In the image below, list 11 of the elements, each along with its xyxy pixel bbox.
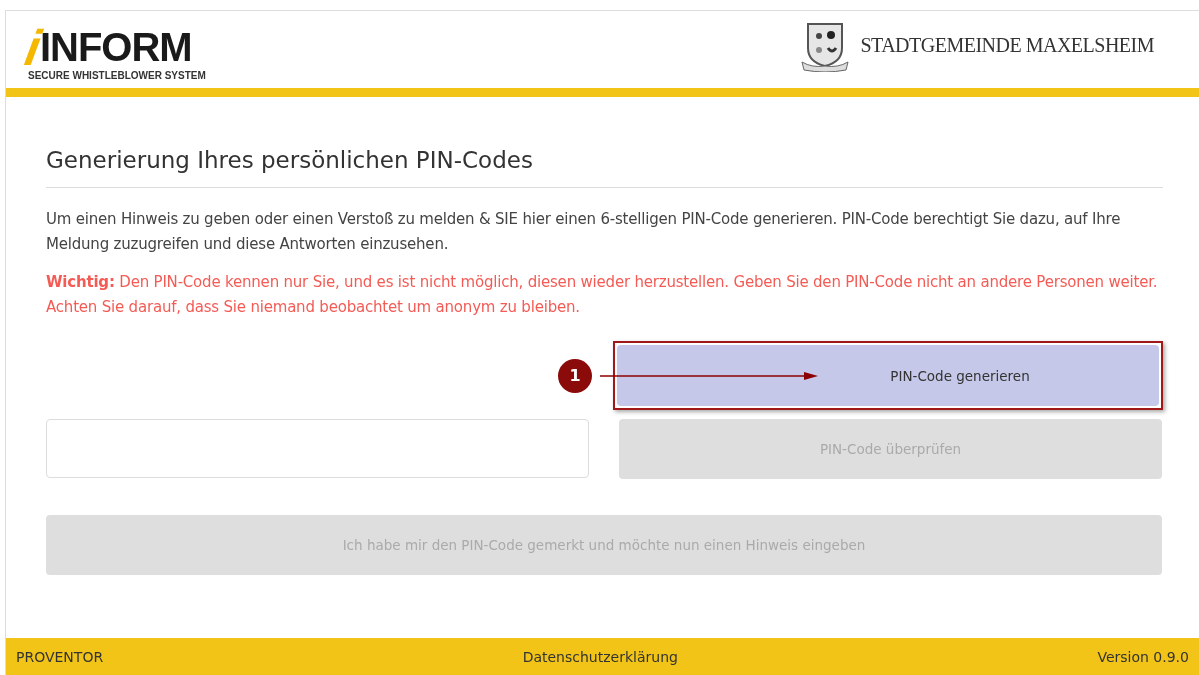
page-title: Generierung Ihres persönlichen PIN-Codes [46,147,1163,188]
step-badge: 1 [558,358,592,393]
warning-text: Wichtig: Den PIN-Code kennen nur Sie, und es ist nicht möglich, diesen wieder herzustellen. Geben Sie den PIN-Code nicht an andere Personen weiter. Achten Sie darauf, dass Sie niemand beobachtet um anonym zu bleiben. [46,272,1159,318]
intro-text: Um einen Hinweis zu geben oder einen Verstoß zu melden & SIE hier einen 6-stelligen PIN-Code generieren. PIN-Code berechtigt Sie dazu, auf Ihre Meldung zuzugreifen und diese Antworten einzusehen. [46,209,1122,255]
municipality-name: STADTGEMEINDE MAXELSHEIM [860,34,1154,57]
generate-pin-button[interactable]: PIN-Code generieren [617,345,1159,406]
version-text: Version 0.9.0 [1097,648,1189,665]
pin-input-field[interactable] [46,419,589,478]
privacy-link[interactable]: Datenschutzerklärung [522,648,678,665]
logo-tagline: SECURE WHISTLEBLOWER SYSTEM [28,69,206,81]
footer-company: PROVENTOR [16,648,104,665]
